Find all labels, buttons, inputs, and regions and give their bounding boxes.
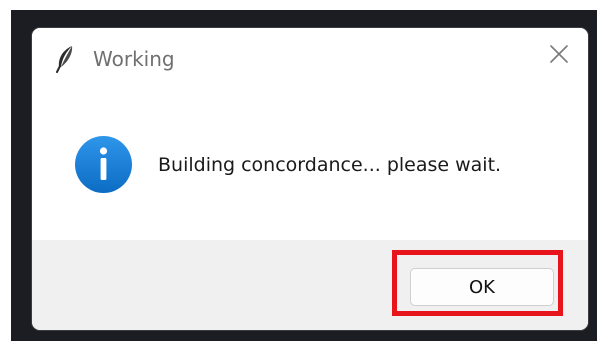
feather-icon <box>54 45 76 73</box>
dialog-message: Building concordance... please wait. <box>158 154 502 176</box>
dialog-content: Building concordance... please wait. <box>32 92 588 240</box>
close-button[interactable] <box>530 28 588 84</box>
dialog-footer: OK <box>32 240 588 330</box>
dialog-titlebar[interactable]: Working <box>32 28 588 92</box>
info-icon <box>74 135 133 194</box>
ok-button[interactable]: OK <box>410 268 554 306</box>
message-dialog: Working Building concordance... please w… <box>32 28 588 330</box>
dialog-title: Working <box>93 47 175 71</box>
close-icon <box>550 45 568 67</box>
